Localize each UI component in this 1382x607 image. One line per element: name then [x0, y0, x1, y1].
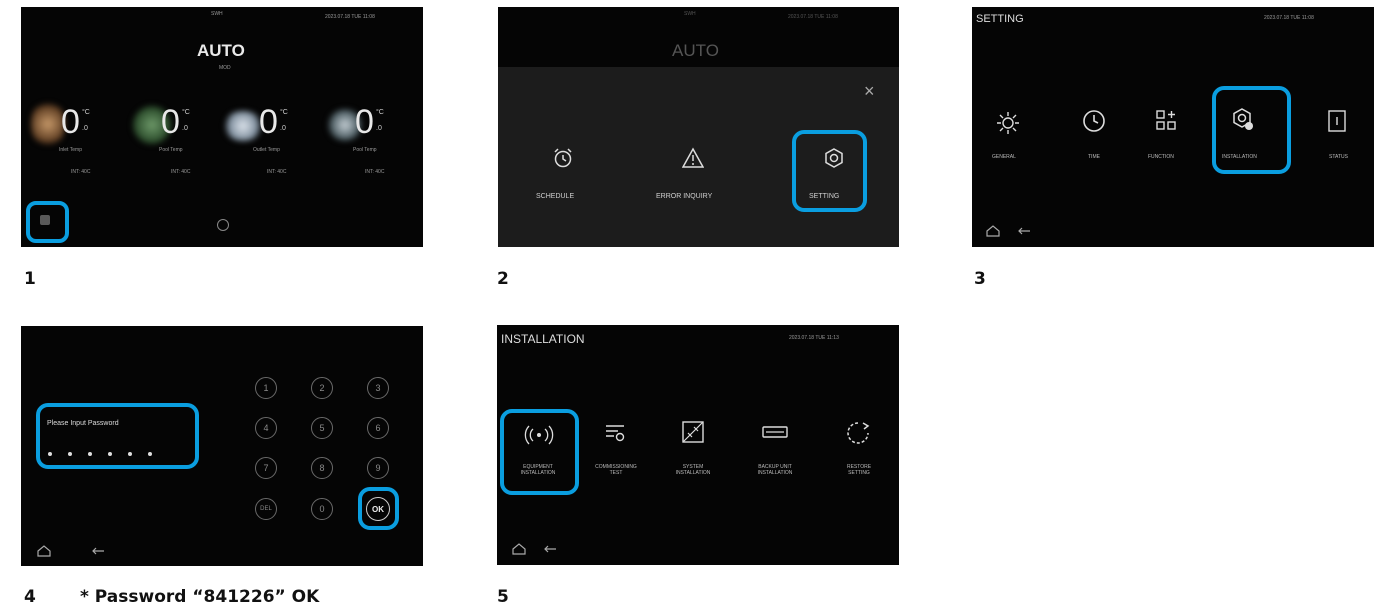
clock-icon — [1083, 110, 1105, 132]
mode-title: AUTO — [197, 41, 245, 60]
warning-icon — [682, 147, 704, 168]
temp-value-2: 0 — [161, 103, 180, 141]
home-icon[interactable] — [37, 545, 51, 557]
datetime: 2023.07.18 TUE 11:08 — [325, 14, 375, 20]
temp-unit-4: °C — [376, 109, 384, 116]
mode-title: AUTO — [672, 41, 719, 60]
back-arrow-icon[interactable] — [543, 545, 557, 553]
key-0[interactable]: 0 — [311, 498, 333, 520]
temp-decimal-2: .0 — [182, 125, 188, 132]
temp-decimal-4: .0 — [376, 125, 382, 132]
menu-schedule-label[interactable]: SCHEDULE — [536, 193, 574, 200]
setting-general-label[interactable]: GENERAL — [992, 154, 1016, 160]
header-center-label: SWH — [211, 11, 223, 17]
sun-icon — [997, 112, 1019, 134]
temp-decimal-1: .0 — [82, 125, 88, 132]
ok-key-highlight — [358, 487, 399, 530]
key-5[interactable]: 5 — [311, 417, 333, 439]
header-center-label: SWH — [684, 11, 696, 17]
datetime: 2023.07.18 TUE 11:08 — [788, 14, 838, 20]
temp-label-4: Pool Temp — [353, 147, 377, 153]
install-commissioning-label[interactable]: COMMISSIONING TEST — [585, 464, 647, 476]
screen-3-setting: SETTING 2023.07.18 TUE 11:08 GENERAL TIM… — [972, 7, 1374, 247]
install-system-label[interactable]: SYSTEM INSTALLATION — [661, 464, 725, 476]
page-title: INSTALLATION — [501, 332, 585, 346]
temp-label-3: Outlet Temp — [253, 147, 280, 153]
temp-value-4: 0 — [355, 103, 374, 141]
key-4[interactable]: 4 — [255, 417, 277, 439]
page-title: SETTING — [976, 13, 1024, 25]
screen-1-home: SWH 2023.07.18 TUE 11:08 AUTO MOD 0 °C .… — [21, 7, 423, 247]
screen-4-password: Please Input Password 1 2 3 4 5 6 7 8 9 … — [21, 326, 423, 566]
key-2[interactable]: 2 — [311, 377, 333, 399]
system-installation-icon — [682, 421, 704, 443]
temp-label-2: Pool Temp — [159, 147, 183, 153]
temp-value-1: 0 — [61, 103, 80, 141]
key-9[interactable]: 9 — [367, 457, 389, 479]
power-icon[interactable] — [217, 219, 229, 231]
step-number-3: 3 — [974, 269, 986, 289]
back-arrow-icon[interactable] — [91, 547, 105, 555]
step-number-4: 4 — [24, 587, 36, 607]
datetime: 2023.07.18 TUE 11:08 — [1264, 15, 1314, 21]
password-prompt: Please Input Password — [47, 420, 119, 427]
close-icon[interactable]: × — [864, 81, 875, 102]
temp-status-2: INT: 40C — [171, 169, 191, 175]
setting-function-label[interactable]: FUNCTION — [1148, 154, 1174, 160]
function-grid-icon — [1156, 110, 1176, 130]
installation-highlight — [1212, 86, 1291, 174]
equipment-installation-highlight — [500, 409, 579, 495]
temp-label-1: Inlet Temp — [59, 147, 82, 153]
step-number-1: 1 — [24, 269, 36, 289]
temp-status-3: INT: 40C — [267, 169, 287, 175]
key-8[interactable]: 8 — [311, 457, 333, 479]
home-icon[interactable] — [986, 225, 1000, 237]
key-1[interactable]: 1 — [255, 377, 277, 399]
temp-decimal-3: .0 — [280, 125, 286, 132]
temp-status-1: INT: 40C — [71, 169, 91, 175]
restore-icon — [847, 422, 870, 444]
password-dots[interactable] — [48, 443, 168, 461]
step-number-5: 5 — [497, 587, 509, 607]
screen-2-menu: SWH 2023.07.18 TUE 11:08 AUTO × SCHEDULE… — [498, 7, 899, 247]
inlet-image — [31, 99, 65, 149]
alarm-clock-icon — [554, 148, 572, 168]
status-door-icon — [1328, 110, 1346, 132]
setting-time-label[interactable]: TIME — [1088, 154, 1100, 160]
screen-5-installation: INSTALLATION 2023.07.18 TUE 11:13 EQUIPM… — [497, 325, 899, 565]
temp-unit-3: °C — [280, 109, 288, 116]
password-note: * Password “841226” OK — [80, 587, 320, 607]
mode-subtitle: MOD — [219, 65, 231, 71]
datetime: 2023.07.18 TUE 11:13 — [789, 335, 839, 341]
install-backup-label[interactable]: BACKUP UNIT INSTALLATION — [741, 464, 809, 476]
setting-status-label[interactable]: STATUS — [1329, 154, 1348, 160]
menu-highlight — [26, 201, 69, 243]
step-number-2: 2 — [497, 269, 509, 289]
temp-unit-2: °C — [182, 109, 190, 116]
temp-unit-1: °C — [82, 109, 90, 116]
key-3[interactable]: 3 — [367, 377, 389, 399]
backup-unit-icon — [762, 426, 788, 438]
key-6[interactable]: 6 — [367, 417, 389, 439]
key-delete[interactable]: DEL — [255, 498, 277, 520]
back-arrow-icon[interactable] — [1017, 227, 1031, 235]
commissioning-icon — [606, 425, 625, 442]
setting-highlight — [792, 130, 867, 212]
home-icon[interactable] — [512, 543, 526, 555]
temp-status-4: INT: 40C — [365, 169, 385, 175]
menu-error-inquiry-label[interactable]: ERROR INQUIRY — [656, 193, 712, 200]
temp-value-3: 0 — [259, 103, 278, 141]
key-7[interactable]: 7 — [255, 457, 277, 479]
install-restore-label[interactable]: RESTORE SETTING — [831, 464, 887, 476]
